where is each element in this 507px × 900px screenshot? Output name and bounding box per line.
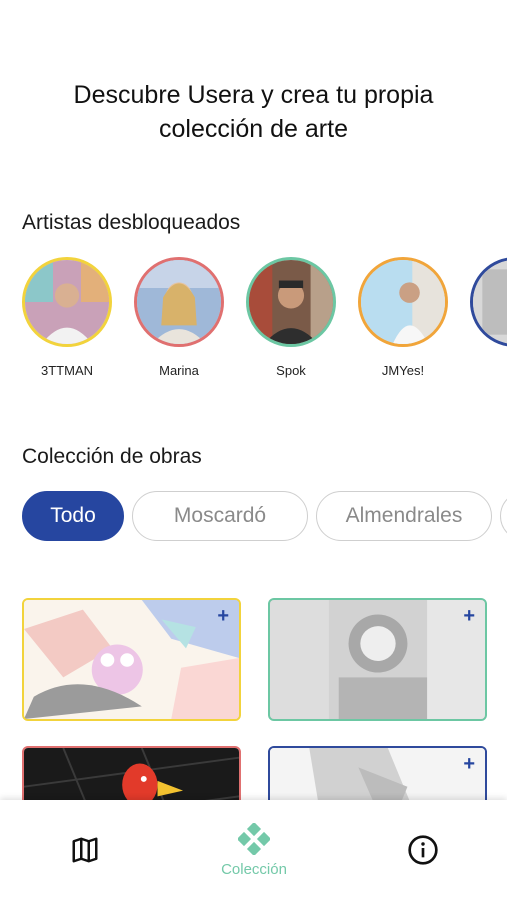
artist-name: Marina xyxy=(159,363,199,378)
artists-section-title: Artistas desbloqueados xyxy=(22,211,241,234)
filter-chip-todo[interactable]: Todo xyxy=(22,491,124,541)
filter-chip-almendrales[interactable]: Almendrales xyxy=(316,491,492,541)
artist-avatar xyxy=(22,257,112,347)
artist-avatar xyxy=(358,257,448,347)
bottom-navigation: Colección xyxy=(0,800,507,900)
artwork-grid: + + + + xyxy=(22,598,487,800)
artist-name: Spok xyxy=(276,363,306,378)
filter-chips: Todo Moscardó Almendrales xyxy=(22,491,507,543)
artist-name: JMYes! xyxy=(381,363,425,378)
map-icon xyxy=(72,837,98,863)
info-icon xyxy=(408,835,438,865)
nav-collection-button[interactable]: Colección xyxy=(204,800,304,900)
add-to-collection-icon[interactable]: + xyxy=(463,754,475,774)
artist-name: 3TTMAN xyxy=(41,363,93,378)
filter-chip-more[interactable] xyxy=(500,491,507,541)
collection-icon xyxy=(238,822,270,855)
page-title: Descubre Usera y crea tu propia colecció… xyxy=(73,81,434,143)
artist-marina[interactable]: Marina xyxy=(134,257,224,378)
artwork-card[interactable]: + xyxy=(22,598,241,721)
artist-name: NB xyxy=(470,363,507,378)
nav-map-button[interactable] xyxy=(60,800,110,900)
nav-info-button[interactable] xyxy=(398,800,448,900)
nav-collection-label: Colección xyxy=(221,860,287,878)
artist-avatar xyxy=(246,257,336,347)
artwork-card[interactable]: + xyxy=(22,746,241,800)
artist-avatar xyxy=(134,257,224,347)
artwork-card[interactable]: + xyxy=(268,598,487,721)
artwork-card[interactable]: + xyxy=(268,746,487,800)
artist-nb[interactable]: NB xyxy=(470,257,507,378)
collection-section-title: Colección de obras xyxy=(22,445,202,468)
artists-carousel[interactable]: 3TTMAN Marina Spok JMYes! xyxy=(22,257,507,382)
artist-3ttman[interactable]: 3TTMAN xyxy=(22,257,112,378)
filter-chip-moscardo[interactable]: Moscardó xyxy=(132,491,308,541)
add-to-collection-icon[interactable]: + xyxy=(463,606,475,626)
artist-spok[interactable]: Spok xyxy=(246,257,336,378)
artist-jmyes[interactable]: JMYes! xyxy=(358,257,448,378)
artist-avatar xyxy=(470,257,507,347)
add-to-collection-icon[interactable]: + xyxy=(217,606,229,626)
